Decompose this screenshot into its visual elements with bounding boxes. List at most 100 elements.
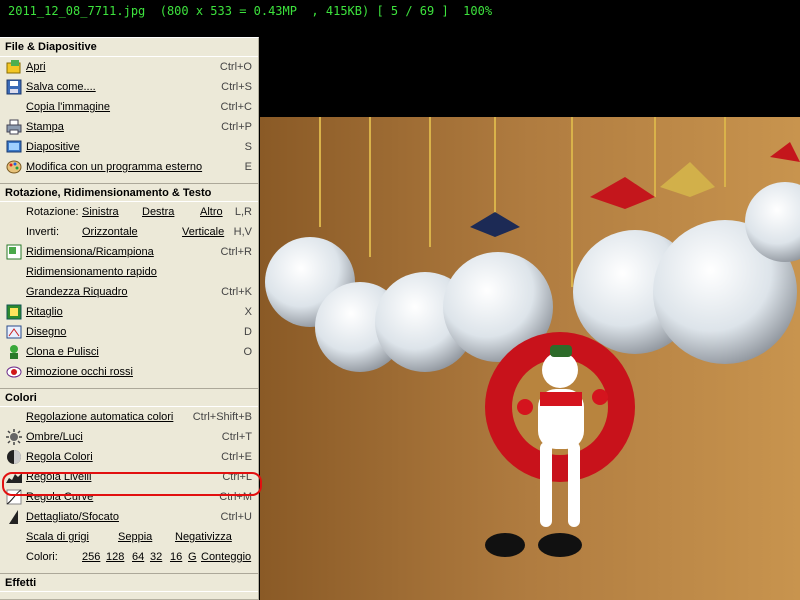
menu-shortcut: Ctrl+M [219,491,252,503]
menu-label: Dettagliato/Sfocato [26,511,119,523]
menu-item-copy-image[interactable]: Copia l'immagine Ctrl+C [0,97,258,117]
invert-label: Inverti: [26,226,60,238]
image-info-bar: 2011_12_08_7711.jpg (800 x 533 = 0.43MP … [0,0,800,22]
menu-item-sharpen-blur[interactable]: Dettagliato/Sfocato Ctrl+U [0,507,258,527]
rotation-label: Rotazione: [26,206,79,218]
flip-horizontal-link[interactable]: Orizzontale [82,222,138,242]
invert-row: Inverti: Orizzontale Verticale H,V [0,222,258,242]
menu-shortcut: H,V [233,226,252,238]
menu-shortcut: O [243,346,252,358]
rotate-left-link[interactable]: Sinistra [82,202,119,222]
color-wheel-icon [6,449,22,465]
sun-icon [6,429,22,445]
negative-link[interactable]: Negativizza [175,527,232,547]
menu-label: Salva come.... [26,81,96,93]
rotation-row: Rotazione: Sinistra Destra Altro L,R [0,202,258,222]
slideshow-icon [6,139,22,155]
sepia-link[interactable]: Seppia [118,527,152,547]
menu-shortcut: Ctrl+C [220,101,252,113]
menu-item-canvas-size[interactable]: Grandezza Riquadro Ctrl+K [0,282,258,302]
rotate-right-link[interactable]: Destra [142,202,174,222]
menu-item-print[interactable]: Stampa Ctrl+P [0,117,258,137]
colors-256-link[interactable]: 256 [82,547,100,567]
menu-item-crop[interactable]: Ritaglio X [0,302,258,322]
colors-128-link[interactable]: 128 [106,547,124,567]
colors-label: Colori: [26,551,58,563]
menu-item-auto-color[interactable]: Regolazione automatica colori Ctrl+Shift… [0,407,258,427]
section-rotation: Rotazione, Ridimensionamento & Testo [0,183,258,202]
printer-icon [6,119,22,135]
grayscale-row: Scala di grigi Seppia Negativizza [0,527,258,547]
open-folder-icon [6,59,22,75]
menu-shortcut: X [244,306,252,318]
menu-item-clone-clean[interactable]: Clona e Pulisci O [0,342,258,362]
section-colors: Colori [0,388,258,407]
crop-icon [6,304,22,320]
menu-item-open[interactable]: Apri Ctrl+O [0,57,258,77]
menu-shortcut: Ctrl+R [220,246,252,258]
menu-label: Stampa [26,121,64,133]
menu-label: Ombre/Luci [26,431,83,443]
colors-32-link[interactable]: 32 [150,547,162,567]
menu-label: Disegno [26,326,67,338]
menu-shortcut: Ctrl+P [221,121,252,133]
menu-label: Modifica con un programma esterno [26,161,203,173]
menu-label: Ritaglio [26,306,63,318]
menu-shortcut: Ctrl+E [221,451,252,463]
menu-shortcut: Ctrl+Shift+B [192,411,252,423]
rotate-other-link[interactable]: Altro [200,202,223,222]
menu-item-slideshow[interactable]: Diapositive S [0,137,258,157]
draw-icon [6,324,22,340]
menu-shortcut: Ctrl+O [219,61,252,73]
menu-item-levels[interactable]: Regola Livelli Ctrl+L [0,467,258,487]
menu-label: Copia l'immagine [26,101,111,113]
menu-item-red-eye[interactable]: Rimozione occhi rossi [0,362,258,382]
menu-item-save-as[interactable]: Salva come.... Ctrl+S [0,77,258,97]
menu-label: Regola Curve [26,491,94,503]
menu-item-quick-resize[interactable]: Ridimensionamento rapido [0,262,258,282]
menu-item-curves[interactable]: Regola Curve Ctrl+M [0,487,258,507]
menu-label: Regolazione automatica colori [26,411,174,423]
menu-shortcut: E [244,161,252,173]
menu-item-resize-resample[interactable]: Ridimensiona/Ricampiona Ctrl+R [0,242,258,262]
menu-label: Ridimensiona/Ricampiona [26,246,154,258]
levels-icon [6,469,22,485]
menu-item-edit-external[interactable]: Modifica con un programma esterno E [0,157,258,177]
photo-christmas-ornaments [260,117,800,600]
palette-icon [6,159,22,175]
menu-label: Clona e Pulisci [26,346,99,358]
curves-icon [6,489,22,505]
colors-count-link[interactable]: Conteggio [201,547,251,567]
menu-label: Apri [26,61,46,73]
menu-shortcut: S [244,141,252,153]
resize-icon [6,244,22,260]
menu-item-shadows-highlights[interactable]: Ombre/Luci Ctrl+T [0,427,258,447]
photo-graphic [260,117,800,600]
sharpen-icon [6,509,22,525]
colors-g-link[interactable]: G [188,547,197,567]
menu-item-draw[interactable]: Disegno D [0,322,258,342]
menu-label: Ridimensionamento rapido [26,266,157,278]
menu-shortcut: L,R [234,206,252,218]
colors-16-link[interactable]: 16 [170,547,182,567]
menu-label: Regola Colori [26,451,93,463]
menu-label: Regola Livelli [26,471,92,483]
menu-shortcut: Ctrl+U [220,511,252,523]
grayscale-link[interactable]: Scala di grigi [26,527,89,547]
colors-64-link[interactable]: 64 [132,547,144,567]
menu-label: Diapositive [26,141,80,153]
menu-shortcut: Ctrl+L [222,471,252,483]
red-eye-icon [6,364,22,380]
menu-shortcut: Ctrl+S [221,81,252,93]
menu-label: Grandezza Riquadro [26,286,128,298]
clone-icon [6,344,22,360]
menu-shortcut: D [244,326,252,338]
menu-label: Rimozione occhi rossi [26,366,133,378]
menu-shortcut: Ctrl+K [221,286,252,298]
floppy-disk-icon [6,79,22,95]
menu-item-adjust-colors[interactable]: Regola Colori Ctrl+E [0,447,258,467]
flip-vertical-link[interactable]: Verticale [182,222,224,242]
menu-shortcut: Ctrl+T [221,431,252,443]
section-effects: Effetti [0,573,258,592]
context-menu: File & Diapositive Apri Ctrl+O Salva com… [0,37,259,600]
